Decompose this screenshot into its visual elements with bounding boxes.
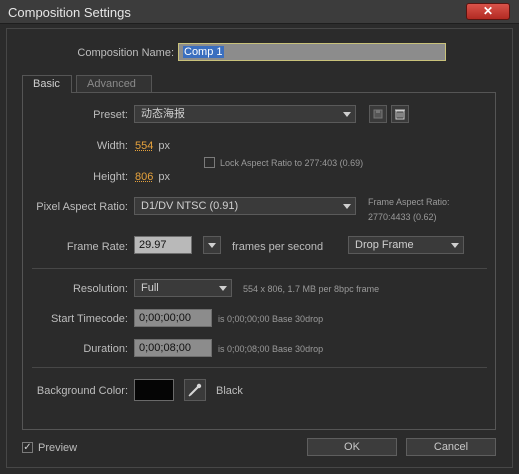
height-label: Height: <box>93 171 128 183</box>
resolution-dropdown[interactable]: Full <box>134 279 232 297</box>
cancel-button[interactable]: Cancel <box>406 438 496 456</box>
save-preset-button[interactable] <box>369 105 387 123</box>
background-color-name: Black <box>216 385 243 397</box>
eyedropper-icon <box>188 383 202 397</box>
frame-aspect-label: Frame Aspect Ratio: <box>368 197 450 207</box>
composition-name-value: Comp 1 <box>183 46 224 58</box>
separator <box>32 367 487 368</box>
resolution-label: Resolution: <box>72 283 128 295</box>
start-timecode-info: is 0;00;00;00 Base 30drop <box>218 314 324 324</box>
ok-button[interactable]: OK <box>307 438 397 456</box>
checkmark-icon: ✓ <box>23 442 32 453</box>
chevron-down-icon <box>208 243 216 248</box>
width-label: Width: <box>96 140 128 152</box>
eyedropper-button[interactable] <box>184 379 206 401</box>
lock-aspect-label: Lock Aspect Ratio to 277:403 (0.69) <box>220 158 364 168</box>
frame-aspect-value: 2770:4433 (0.62) <box>368 212 437 222</box>
tab-basic[interactable]: Basic <box>22 75 72 93</box>
duration-input[interactable]: 0;00;08;00 <box>134 339 212 357</box>
separator <box>32 268 487 269</box>
duration-label: Duration: <box>83 343 128 355</box>
frame-rate-suffix: frames per second <box>232 241 324 253</box>
preset-label: Preset: <box>93 109 128 121</box>
frame-rate-input[interactable]: 29.97 <box>134 236 192 254</box>
tab-advanced[interactable]: Advanced <box>76 75 152 93</box>
background-color-label: Background Color: <box>36 385 128 397</box>
preset-value: 动态海报 <box>141 108 185 120</box>
chevron-down-icon <box>451 243 459 248</box>
composition-name-input[interactable]: Comp 1 <box>178 43 446 61</box>
background-color-swatch[interactable] <box>134 379 174 401</box>
start-timecode-label: Start Timecode: <box>50 313 128 325</box>
preview-checkbox[interactable]: ✓ <box>22 442 33 453</box>
preview-label: Preview <box>38 442 78 454</box>
height-unit: px <box>158 171 171 183</box>
resolution-value: Full <box>141 282 159 294</box>
chevron-down-icon <box>219 286 227 291</box>
close-button[interactable]: ✕ <box>466 3 510 20</box>
start-timecode-input[interactable]: 0;00;00;00 <box>134 309 212 327</box>
frame-rate-label: Frame Rate: <box>66 241 128 253</box>
composition-name-label: Composition Name: <box>77 47 174 59</box>
drop-frame-value: Drop Frame <box>355 239 414 251</box>
trash-icon <box>395 109 405 120</box>
preset-dropdown[interactable]: 动态海报 <box>134 105 356 123</box>
pixel-aspect-label: Pixel Aspect Ratio: <box>36 201 128 213</box>
lock-aspect-checkbox[interactable] <box>204 157 215 168</box>
chevron-down-icon <box>343 204 351 209</box>
height-field: 806 px <box>135 171 170 183</box>
duration-info: is 0;00;08;00 Base 30drop <box>218 344 324 354</box>
close-icon: ✕ <box>482 4 494 18</box>
resolution-info: 554 x 806, 1.7 MB per 8bpc frame <box>243 284 380 294</box>
chevron-down-icon <box>343 112 351 117</box>
frame-rate-dropdown[interactable] <box>203 236 221 254</box>
width-value[interactable]: 554 <box>135 140 153 152</box>
width-unit: px <box>158 140 171 152</box>
window-title: Composition Settings <box>8 5 131 20</box>
save-icon <box>373 109 383 119</box>
width-field: 554 px <box>135 140 170 152</box>
delete-preset-button[interactable] <box>391 105 409 123</box>
drop-frame-dropdown[interactable]: Drop Frame <box>348 236 464 254</box>
pixel-aspect-value: D1/DV NTSC (0.91) <box>141 200 239 212</box>
pixel-aspect-dropdown[interactable]: D1/DV NTSC (0.91) <box>134 197 356 215</box>
height-value[interactable]: 806 <box>135 171 153 183</box>
